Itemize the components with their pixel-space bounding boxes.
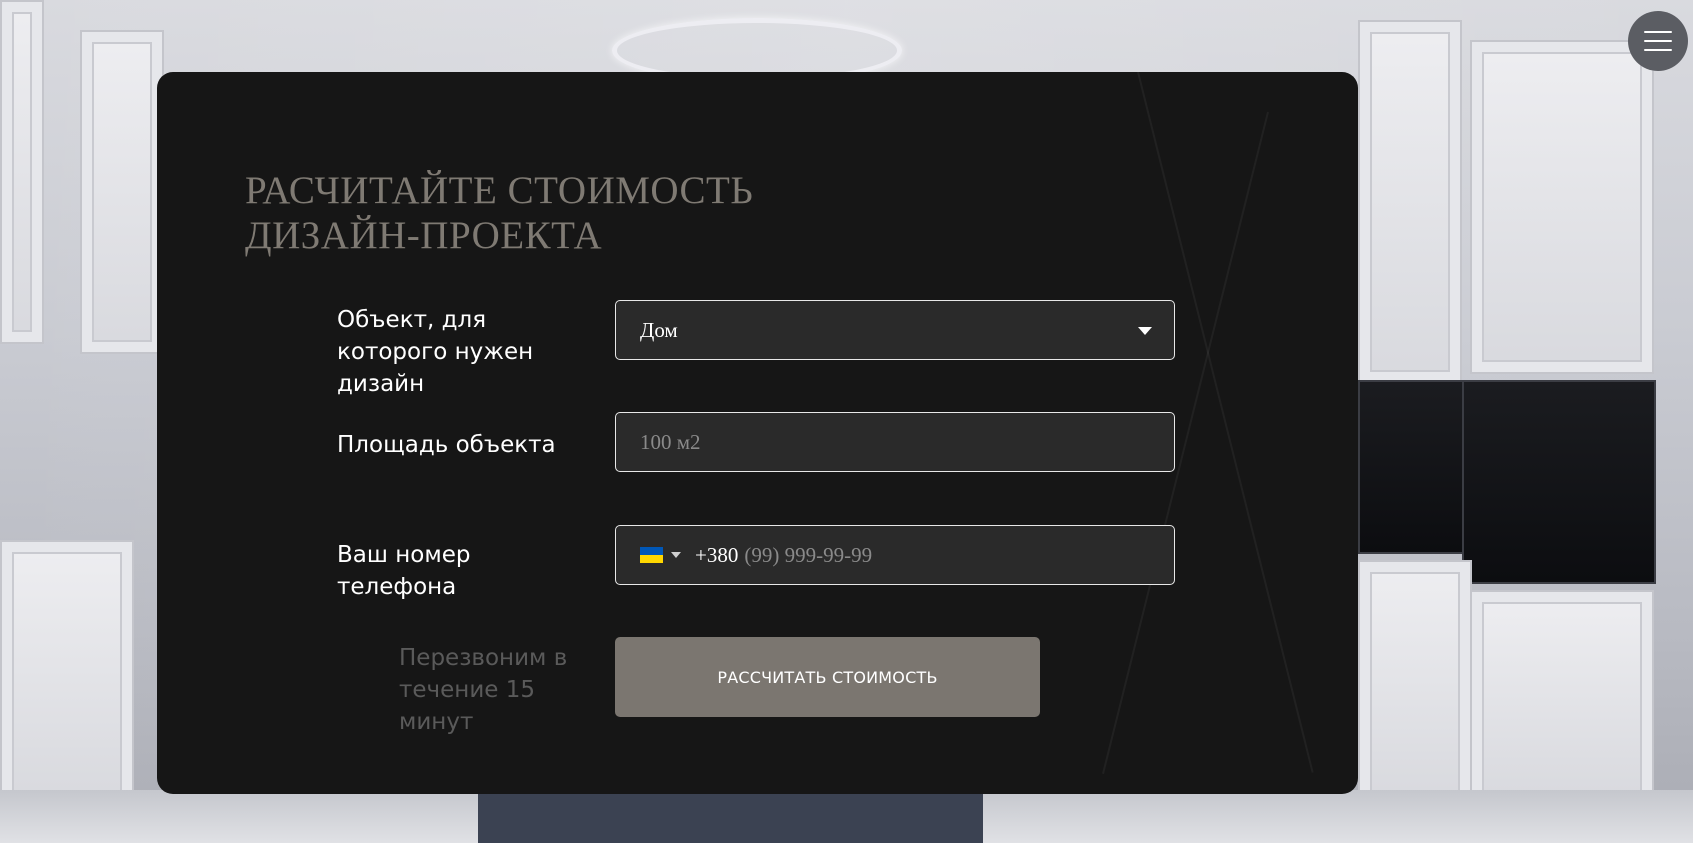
callback-hint: Перезвоним в течение 15 минут [399,645,568,735]
object-type-label: Объект, для которого нужен дизайн [337,307,534,397]
phone-placeholder: (99) 999-99-99 [744,542,873,567]
area-label: Площадь объекта [337,432,556,458]
form-title: РАСЧИТАЙТЕ СТОИМОСТЬ ДИЗАЙН-ПРОЕКТА [245,168,753,258]
object-type-select[interactable]: Дом [615,300,1175,360]
chevron-down-icon [1138,327,1152,335]
cabinet-decoration [0,540,134,804]
country-dropdown-caret-icon[interactable] [671,552,681,558]
cabinet-decoration [1358,560,1472,804]
phone-label: Ваш номер телефона [337,542,471,600]
object-type-value: Дом [640,317,678,342]
form-title-line-2: ДИЗАЙН-ПРОЕКТА [245,214,603,257]
cost-calculator-card: РАСЧИТАЙТЕ СТОИМОСТЬ ДИЗАЙН-ПРОЕКТА Объе… [157,72,1358,794]
oven-decoration [1462,380,1656,584]
phone-input[interactable]: +380 (99) 999-99-99 [615,525,1175,585]
ukraine-flag-icon[interactable] [640,547,663,563]
cabinet-decoration [1470,590,1654,804]
phone-country-code: +380 [695,542,739,567]
hamburger-menu-icon [1644,31,1672,51]
form-title-line-1: РАСЧИТАЙТЕ СТОИМОСТЬ [245,169,754,212]
calculate-cost-button[interactable]: РАССЧИТАТЬ СТОИМОСТЬ [615,637,1040,717]
area-placeholder: 100 м2 [640,429,701,454]
cabinet-decoration [1358,20,1462,384]
cabinet-decoration [0,0,44,344]
menu-button[interactable] [1628,11,1688,71]
area-input[interactable]: 100 м2 [615,412,1175,472]
cabinet-decoration [1470,40,1654,374]
oven-decoration [1358,380,1472,554]
kitchen-island-decoration [478,790,983,843]
cabinet-decoration [80,30,164,354]
